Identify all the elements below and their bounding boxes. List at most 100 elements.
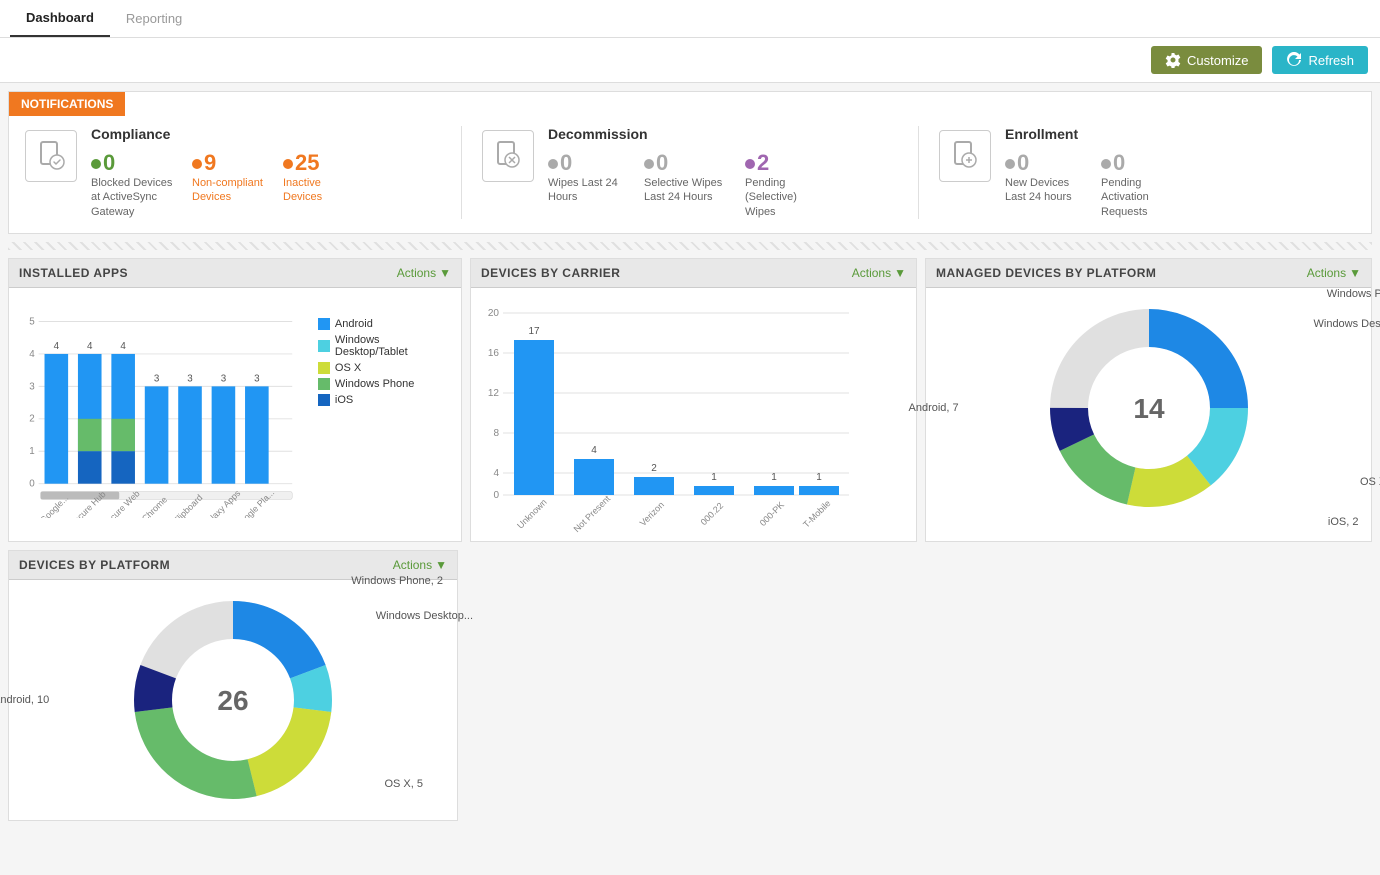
compliance-item-2[interactable]: 25 Inactive Devices bbox=[283, 150, 353, 219]
decommission-group: Decommission 0 Wipes Last 24 Hours 0 Sel… bbox=[482, 126, 919, 219]
compliance-label-0: Blocked Devices at ActiveSync Gateway bbox=[91, 176, 176, 219]
svg-text:3: 3 bbox=[154, 373, 160, 384]
svg-text:T-Mobile: T-Mobile bbox=[801, 498, 832, 529]
decommission-item-2[interactable]: 2 Pending (Selective) Wipes bbox=[745, 150, 825, 219]
svg-text:1: 1 bbox=[711, 472, 717, 483]
svg-text:Verizon: Verizon bbox=[638, 500, 666, 528]
svg-text:Not Present: Not Present bbox=[572, 493, 613, 534]
empty-space bbox=[466, 550, 1372, 821]
platform-label-android: Android, 10 bbox=[0, 694, 49, 706]
decommission-count-2: 2 bbox=[745, 150, 825, 176]
legend-android: Android bbox=[318, 318, 453, 330]
decommission-icon bbox=[482, 130, 534, 182]
installed-apps-title: INSTALLED APPS bbox=[19, 266, 128, 280]
refresh-icon bbox=[1286, 52, 1302, 68]
legend-color-osx bbox=[318, 362, 330, 374]
managed-label-windesktop: Windows Desktop/Tablet, 2 bbox=[1314, 318, 1380, 330]
installed-apps-actions[interactable]: Actions ▼ bbox=[397, 266, 451, 280]
svg-text:000.22: 000.22 bbox=[699, 501, 726, 528]
svg-text:17: 17 bbox=[528, 326, 540, 337]
installed-apps-legend: Android Windows Desktop/Tablet OS X Wind… bbox=[318, 298, 453, 518]
stripe-divider bbox=[8, 242, 1372, 250]
notifications-header: NOTIFICATIONS bbox=[9, 92, 125, 116]
compliance-group: Compliance 0 Blocked Devices at ActiveSy… bbox=[25, 126, 462, 219]
compliance-item-0[interactable]: 0 Blocked Devices at ActiveSync Gateway bbox=[91, 150, 176, 219]
svg-text:2: 2 bbox=[651, 463, 657, 474]
compliance-label-1: Non-compliant Devices bbox=[192, 176, 267, 205]
svg-text:0: 0 bbox=[29, 479, 35, 490]
legend-osx: OS X bbox=[318, 362, 453, 374]
legend-color-windows-desktop bbox=[318, 340, 330, 352]
svg-text:8: 8 bbox=[493, 428, 499, 439]
svg-text:4: 4 bbox=[29, 349, 35, 360]
managed-devices-panel: MANAGED DEVICES BY PLATFORM Actions ▼ bbox=[925, 258, 1372, 542]
legend-windows-phone: Windows Phone bbox=[318, 378, 453, 390]
compliance-count-0: 0 bbox=[91, 150, 176, 176]
enrollment-icon bbox=[939, 130, 991, 182]
chevron-down-icon-managed: ▼ bbox=[1349, 266, 1361, 280]
svg-text:4: 4 bbox=[87, 341, 93, 352]
compliance-item-1[interactable]: 9 Non-compliant Devices bbox=[192, 150, 267, 219]
devices-by-platform-content: 26 Windows Phone, 2 Windows Desktop... O… bbox=[9, 580, 457, 820]
devices-by-carrier-content: 20 16 12 8 4 0 17 4 bbox=[471, 288, 916, 541]
platform-label-windesktop: Windows Desktop... bbox=[376, 610, 473, 622]
svg-text:20: 20 bbox=[488, 308, 500, 319]
enrollment-title: Enrollment bbox=[1005, 126, 1191, 142]
platform-label-osx: OS X, 5 bbox=[384, 778, 423, 790]
decommission-items: 0 Wipes Last 24 Hours 0 Selective Wipes … bbox=[548, 150, 825, 219]
svg-text:2: 2 bbox=[29, 414, 34, 425]
decommission-count-0: 0 bbox=[548, 150, 628, 176]
devices-by-carrier-chart: 20 16 12 8 4 0 17 4 bbox=[479, 298, 859, 538]
svg-text:4: 4 bbox=[591, 445, 597, 456]
toolbar: Customize Refresh bbox=[0, 38, 1380, 83]
compliance-items: 0 Blocked Devices at ActiveSync Gateway … bbox=[91, 150, 353, 219]
devices-by-carrier-actions[interactable]: Actions ▼ bbox=[852, 266, 906, 280]
decommission-item-0[interactable]: 0 Wipes Last 24 Hours bbox=[548, 150, 628, 219]
legend-windows-desktop: Windows Desktop/Tablet bbox=[318, 334, 453, 358]
managed-donut-wrapper: 14 Windows Phone, 1 Windows Desktop/Tabl… bbox=[1039, 298, 1259, 518]
dashboard-row-2: DEVICES BY PLATFORM Actions ▼ bbox=[8, 550, 1372, 821]
devices-by-carrier-header: DEVICES BY CARRIER Actions ▼ bbox=[471, 259, 916, 288]
decommission-label-2: Pending (Selective) Wipes bbox=[745, 176, 825, 219]
chevron-down-icon-carrier: ▼ bbox=[894, 266, 906, 280]
managed-label-android: Android, 7 bbox=[909, 402, 959, 414]
customize-label: Customize bbox=[1187, 53, 1248, 68]
svg-text:0: 0 bbox=[493, 490, 499, 501]
svg-text:3: 3 bbox=[187, 373, 193, 384]
devices-by-platform-title: DEVICES BY PLATFORM bbox=[19, 558, 170, 572]
compliance-icon bbox=[25, 130, 77, 182]
managed-devices-header: MANAGED DEVICES BY PLATFORM Actions ▼ bbox=[926, 259, 1371, 288]
managed-devices-content: 14 Windows Phone, 1 Windows Desktop/Tabl… bbox=[926, 288, 1371, 528]
managed-label-osx: OS X, 2 bbox=[1360, 476, 1380, 488]
svg-text:3: 3 bbox=[29, 381, 35, 392]
managed-devices-actions[interactable]: Actions ▼ bbox=[1307, 266, 1361, 280]
refresh-button[interactable]: Refresh bbox=[1272, 46, 1368, 74]
compliance-count-1: 9 bbox=[192, 150, 267, 176]
legend-color-android bbox=[318, 318, 330, 330]
svg-text:1: 1 bbox=[771, 472, 777, 483]
notifications-body: Compliance 0 Blocked Devices at ActiveSy… bbox=[9, 116, 1371, 233]
svg-text:26: 26 bbox=[217, 685, 248, 716]
enrollment-item-1[interactable]: 0 Pending Activation Requests bbox=[1101, 150, 1191, 219]
svg-text:4: 4 bbox=[120, 341, 126, 352]
compliance-count-2: 25 bbox=[283, 150, 353, 176]
decommission-count-1: 0 bbox=[644, 150, 729, 176]
tab-reporting[interactable]: Reporting bbox=[110, 1, 198, 36]
compliance-title: Compliance bbox=[91, 126, 353, 142]
enrollment-items: 0 New Devices Last 24 hours 0 Pending Ac… bbox=[1005, 150, 1191, 219]
devices-by-platform-actions[interactable]: Actions ▼ bbox=[393, 558, 447, 572]
svg-text:3: 3 bbox=[254, 373, 260, 384]
notifications-section: NOTIFICATIONS Compliance 0 Blocked Devic… bbox=[8, 91, 1372, 234]
decommission-item-1[interactable]: 0 Selective Wipes Last 24 Hours bbox=[644, 150, 729, 219]
customize-button[interactable]: Customize bbox=[1151, 46, 1262, 74]
svg-text:Unknown: Unknown bbox=[515, 497, 549, 531]
dashboard-row-1: INSTALLED APPS Actions ▼ 5 4 3 2 1 0 bbox=[8, 258, 1372, 542]
enrollment-label-1: Pending Activation Requests bbox=[1101, 176, 1191, 219]
installed-apps-chart-area: 5 4 3 2 1 0 4 bbox=[17, 298, 453, 518]
tab-dashboard[interactable]: Dashboard bbox=[10, 0, 110, 37]
svg-text:4: 4 bbox=[493, 468, 499, 479]
enrollment-item-0[interactable]: 0 New Devices Last 24 hours bbox=[1005, 150, 1085, 219]
chevron-down-icon-platform: ▼ bbox=[435, 558, 447, 572]
managed-devices-title: MANAGED DEVICES BY PLATFORM bbox=[936, 266, 1156, 280]
enrollment-count-1: 0 bbox=[1101, 150, 1191, 176]
